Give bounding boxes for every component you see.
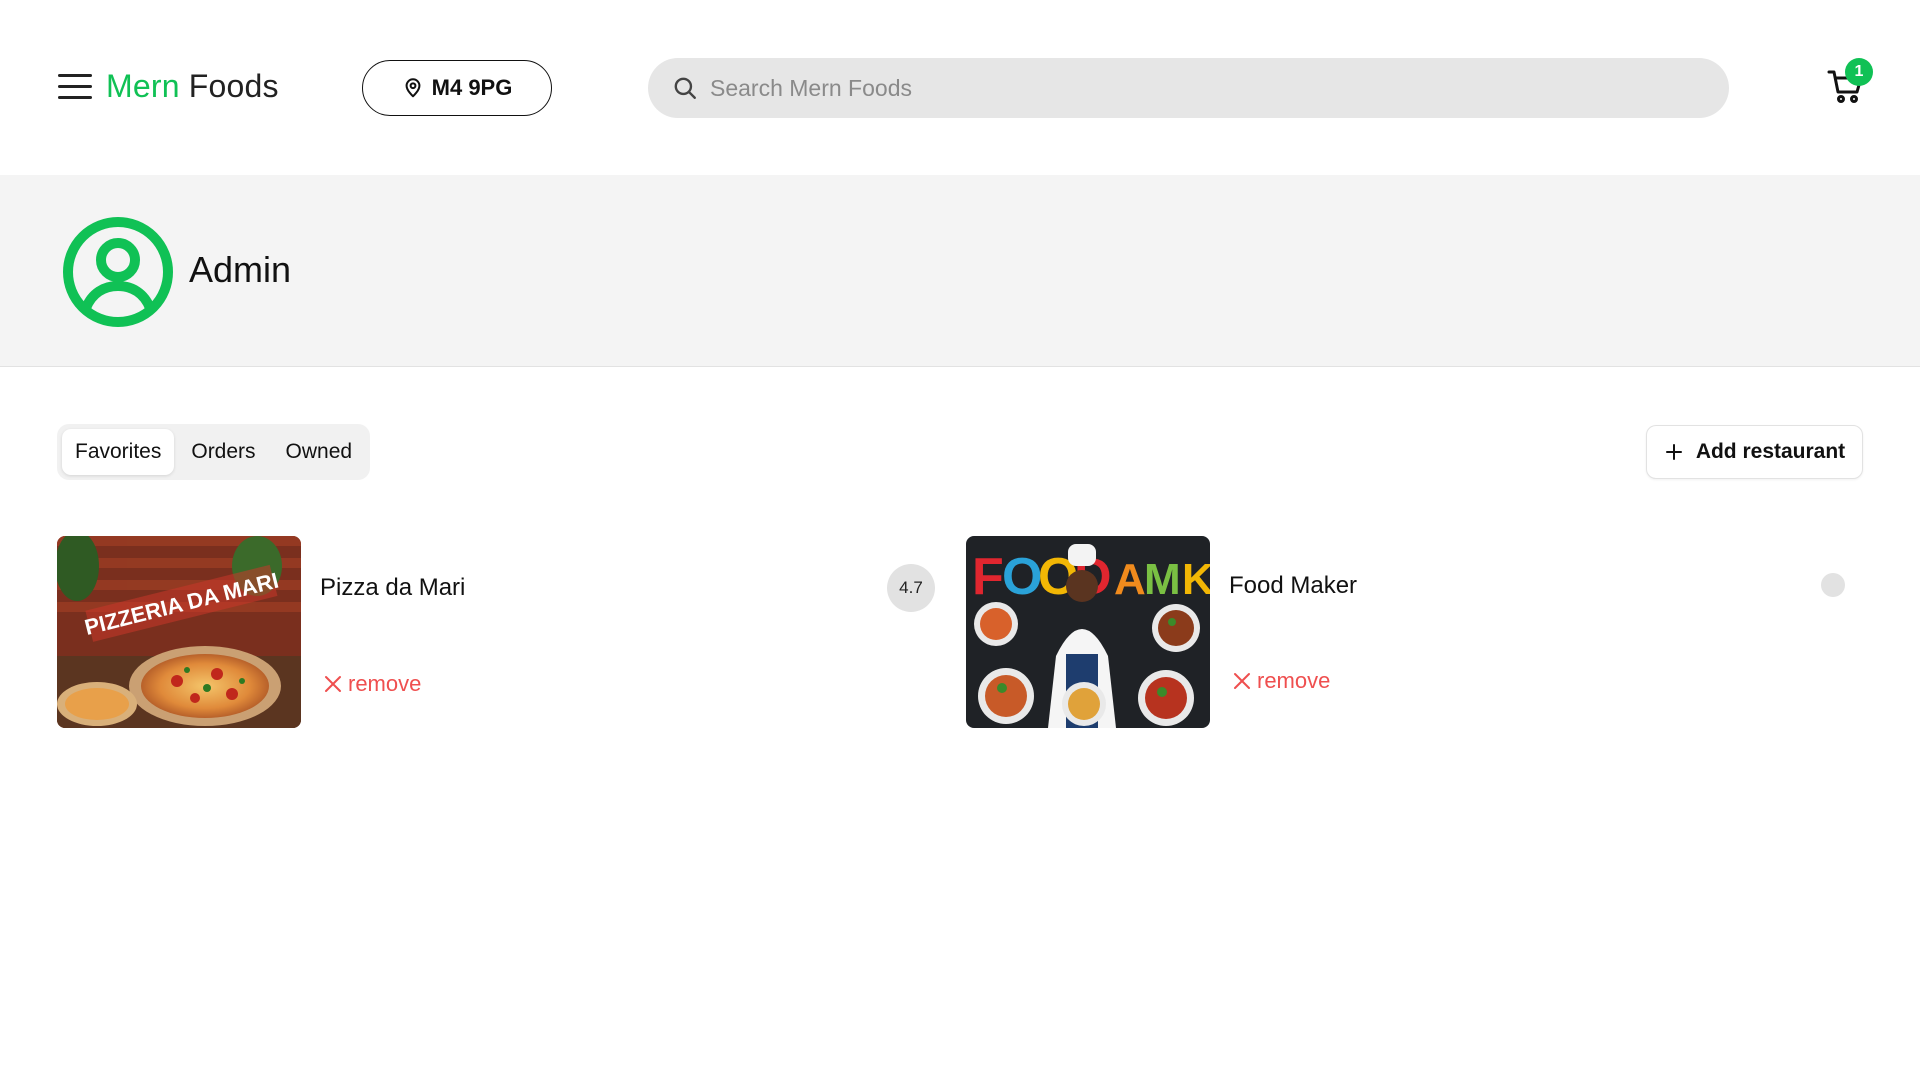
close-icon bbox=[1234, 673, 1250, 689]
add-restaurant-button[interactable]: Add restaurant bbox=[1646, 425, 1863, 479]
profile-tabs: Favorites Orders Owned bbox=[57, 424, 371, 480]
search-bar[interactable] bbox=[648, 58, 1729, 118]
plus-icon bbox=[1665, 444, 1682, 460]
logo-brand-text: Mern bbox=[106, 68, 180, 104]
add-restaurant-label: Add restaurant bbox=[1695, 440, 1846, 463]
top-navbar: Mern Foods M4 9PG 1 bbox=[0, 0, 1920, 175]
hamburger-menu-icon[interactable] bbox=[58, 74, 92, 102]
remove-favorite-button[interactable]: remove bbox=[1231, 668, 1330, 694]
user-avatar-icon bbox=[63, 217, 173, 327]
cart-count-badge: 1 bbox=[1845, 58, 1873, 86]
close-icon bbox=[325, 676, 341, 692]
search-icon bbox=[674, 77, 696, 99]
map-pin-icon bbox=[405, 78, 421, 98]
tab-orders[interactable]: Orders bbox=[178, 429, 268, 475]
favorite-restaurant-card: F O O D A M K Food Maker remove bbox=[966, 536, 1846, 728]
svg-text:A: A bbox=[1114, 555, 1146, 604]
svg-text:K: K bbox=[1182, 555, 1210, 604]
rating-badge: 4.7 bbox=[887, 564, 935, 612]
rating-badge bbox=[1821, 573, 1845, 597]
restaurant-image[interactable]: PIZZERIA DA MARI bbox=[57, 536, 301, 728]
remove-label: remove bbox=[1257, 668, 1331, 693]
location-label: M4 9PG bbox=[431, 75, 513, 100]
svg-text:M: M bbox=[1144, 555, 1181, 604]
restaurant-name[interactable]: Food Maker bbox=[1229, 572, 1357, 600]
favorite-restaurant-card: PIZZERIA DA MARI Pizza da Mari 4.7 remov… bbox=[57, 536, 937, 728]
remove-label: remove bbox=[348, 671, 422, 696]
restaurant-image[interactable]: F O O D A M K bbox=[966, 536, 1210, 728]
logo[interactable]: Mern Foods bbox=[106, 68, 279, 105]
search-input[interactable] bbox=[710, 74, 1610, 102]
restaurant-name[interactable]: Pizza da Mari bbox=[320, 574, 465, 602]
location-button[interactable]: M4 9PG bbox=[362, 60, 552, 116]
logo-rest-text: Foods bbox=[179, 68, 279, 104]
profile-header: Admin bbox=[0, 175, 1920, 367]
svg-text:O: O bbox=[1002, 548, 1042, 606]
profile-name: Admin bbox=[189, 249, 292, 290]
tab-owned[interactable]: Owned bbox=[273, 429, 366, 475]
remove-favorite-button[interactable]: remove bbox=[322, 671, 421, 697]
tab-favorites[interactable]: Favorites bbox=[62, 429, 175, 475]
svg-text:F: F bbox=[972, 548, 1004, 606]
